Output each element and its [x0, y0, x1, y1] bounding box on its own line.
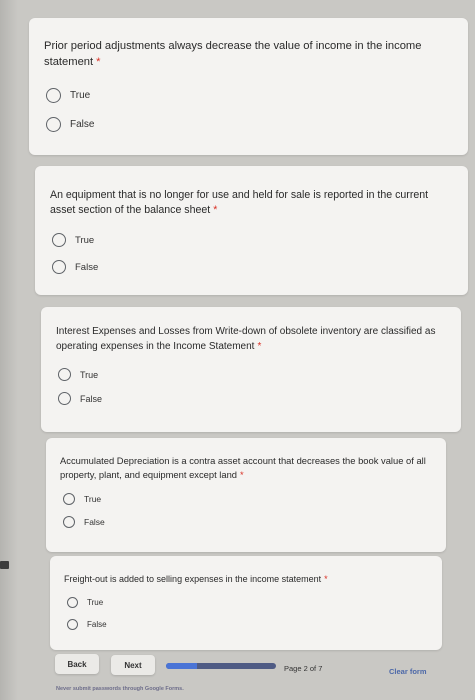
question-card-1: Prior period adjustments always decrease…: [29, 18, 468, 155]
option-label: True: [80, 369, 99, 380]
radio-button[interactable]: [58, 392, 71, 405]
radio-button[interactable]: [52, 260, 66, 274]
option-label: False: [80, 393, 103, 404]
progress-bar: [166, 663, 276, 669]
option-false[interactable]: False: [58, 392, 102, 405]
option-label: True: [84, 494, 102, 504]
radio-button[interactable]: [46, 117, 61, 132]
question-3-text: Interest Expenses and Losses from Write-…: [56, 326, 436, 352]
progress-bar-fill: [166, 663, 198, 669]
option-label: False: [75, 261, 99, 273]
question-card-5: Freight-out is added to selling expenses…: [50, 556, 442, 650]
question-2-text: An equipment that is no longer for use a…: [50, 189, 429, 217]
option-true[interactable]: True: [67, 597, 103, 608]
next-button[interactable]: Next: [111, 655, 155, 675]
required-asterisk: *: [324, 574, 328, 584]
option-true[interactable]: True: [58, 368, 98, 381]
question-card-2: An equipment that is no longer for use a…: [35, 166, 468, 295]
radio-button[interactable]: [58, 368, 71, 381]
question-1-text: Prior period adjustments always decrease…: [44, 40, 422, 69]
option-false[interactable]: False: [67, 619, 107, 630]
option-label: False: [87, 620, 107, 629]
option-true[interactable]: True: [46, 88, 90, 103]
option-label: True: [87, 598, 104, 607]
option-label: False: [70, 119, 95, 130]
radio-button[interactable]: [67, 597, 78, 608]
question-5-text: Freight-out is added to selling expenses…: [64, 574, 328, 584]
back-button[interactable]: Back: [55, 654, 99, 674]
radio-button[interactable]: [52, 233, 66, 247]
required-asterisk: *: [213, 204, 218, 217]
radio-button[interactable]: [46, 88, 61, 103]
radio-button[interactable]: [63, 493, 75, 505]
required-asterisk: *: [240, 468, 244, 480]
radio-button[interactable]: [67, 619, 78, 630]
photo-corner-marker: [0, 561, 9, 569]
question-4-text: Accumulated Depreciation is a contra ass…: [60, 455, 426, 480]
question-card-4: Accumulated Depreciation is a contra ass…: [46, 438, 446, 552]
option-true[interactable]: True: [63, 493, 101, 505]
radio-button[interactable]: [63, 516, 75, 528]
photo-edge-shadow: [0, 0, 18, 700]
password-warning: Never submit passwords through Google Fo…: [56, 686, 184, 692]
option-label: True: [75, 234, 95, 246]
clear-form-button[interactable]: Clear form: [389, 667, 427, 676]
option-false[interactable]: False: [46, 117, 94, 132]
required-asterisk: *: [96, 56, 101, 69]
required-asterisk: *: [257, 340, 262, 352]
option-false[interactable]: False: [63, 516, 105, 528]
page-indicator: Page 2 of 7: [284, 664, 323, 673]
option-label: False: [84, 517, 105, 527]
question-card-3: Interest Expenses and Losses from Write-…: [41, 307, 461, 432]
option-label: True: [70, 90, 91, 101]
option-true[interactable]: True: [52, 233, 94, 247]
option-false[interactable]: False: [52, 260, 98, 274]
